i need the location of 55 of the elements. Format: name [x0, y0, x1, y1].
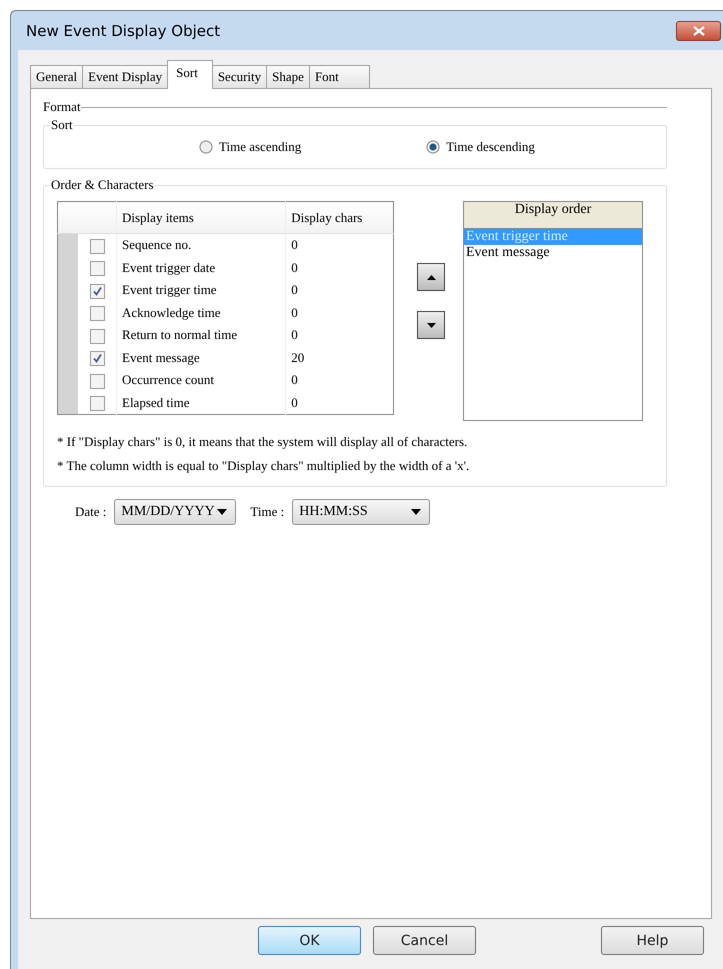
field-label: Time : — [250, 504, 284, 520]
tab[interactable]: Shape — [266, 65, 310, 88]
checkbox[interactable] — [90, 328, 104, 344]
table-cell: Event trigger date — [116, 256, 286, 279]
table-cell: Acknowledge time — [116, 302, 286, 324]
dialog-button[interactable]: Cancel — [373, 926, 476, 955]
close-button[interactable] — [676, 20, 721, 40]
checkbox[interactable] — [90, 261, 104, 276]
list-header: Display order — [464, 202, 642, 229]
checkbox[interactable] — [90, 306, 104, 321]
close-icon — [692, 26, 704, 36]
table-cell: Event trigger time — [116, 279, 286, 302]
section-label: Format — [43, 99, 81, 115]
table-cell: 0 — [286, 234, 394, 256]
note-text: * The column width is equal to "Display chars" multiplied by the width of a 'x'. — [57, 458, 470, 474]
table-cell: Return to normal time — [116, 324, 286, 346]
table-cell: 0 — [286, 392, 394, 414]
down-arrow-icon — [426, 322, 436, 328]
table-cell: Sequence no. — [116, 234, 286, 256]
field-label: Date : — [75, 504, 106, 520]
move-up-button[interactable] — [417, 263, 445, 291]
checkbox[interactable] — [90, 396, 104, 411]
table-cell: Event message — [116, 346, 286, 369]
tab[interactable]: Event Display — [82, 65, 168, 88]
checkbox[interactable] — [90, 238, 104, 254]
table-cell: 20 — [286, 346, 394, 369]
tab[interactable]: General — [30, 65, 84, 88]
list-item[interactable]: Event message — [464, 245, 642, 261]
column-header: Display chars — [286, 202, 394, 234]
checkbox[interactable] — [90, 374, 104, 388]
table-cell: 0 — [286, 369, 394, 392]
table-cell: Elapsed time — [116, 392, 286, 414]
up-arrow-icon — [426, 274, 436, 280]
checkbox[interactable] — [90, 351, 104, 366]
dropdown[interactable]: MM/DD/YYYY — [114, 499, 236, 525]
dropdown[interactable]: HH:MM:SS — [292, 499, 430, 525]
table-cell: 0 — [286, 324, 394, 346]
table-cell: 0 — [286, 302, 394, 324]
move-down-button[interactable] — [417, 311, 445, 339]
tab[interactable]: Sort — [167, 60, 213, 89]
caret-icon — [411, 509, 422, 515]
note-text: * If "Display chars" is 0, it means that the system will display all of characters. — [57, 434, 468, 450]
dialog-button[interactable]: OK — [258, 926, 361, 955]
window-title: New Event Display Object — [26, 22, 220, 40]
tab[interactable]: Font — [308, 65, 370, 88]
dialog-button[interactable]: Help — [601, 926, 704, 955]
radio-option[interactable]: Time ascending — [199, 139, 302, 155]
checkbox[interactable] — [90, 284, 104, 298]
radio-option[interactable]: Time descending — [426, 139, 535, 155]
table-cell: Occurrence count — [116, 369, 286, 392]
table-cell: 0 — [286, 279, 394, 302]
table-cell: 0 — [286, 256, 394, 279]
caret-icon — [217, 509, 228, 515]
tab[interactable]: Security — [212, 65, 268, 88]
column-header: Display items — [116, 202, 286, 234]
